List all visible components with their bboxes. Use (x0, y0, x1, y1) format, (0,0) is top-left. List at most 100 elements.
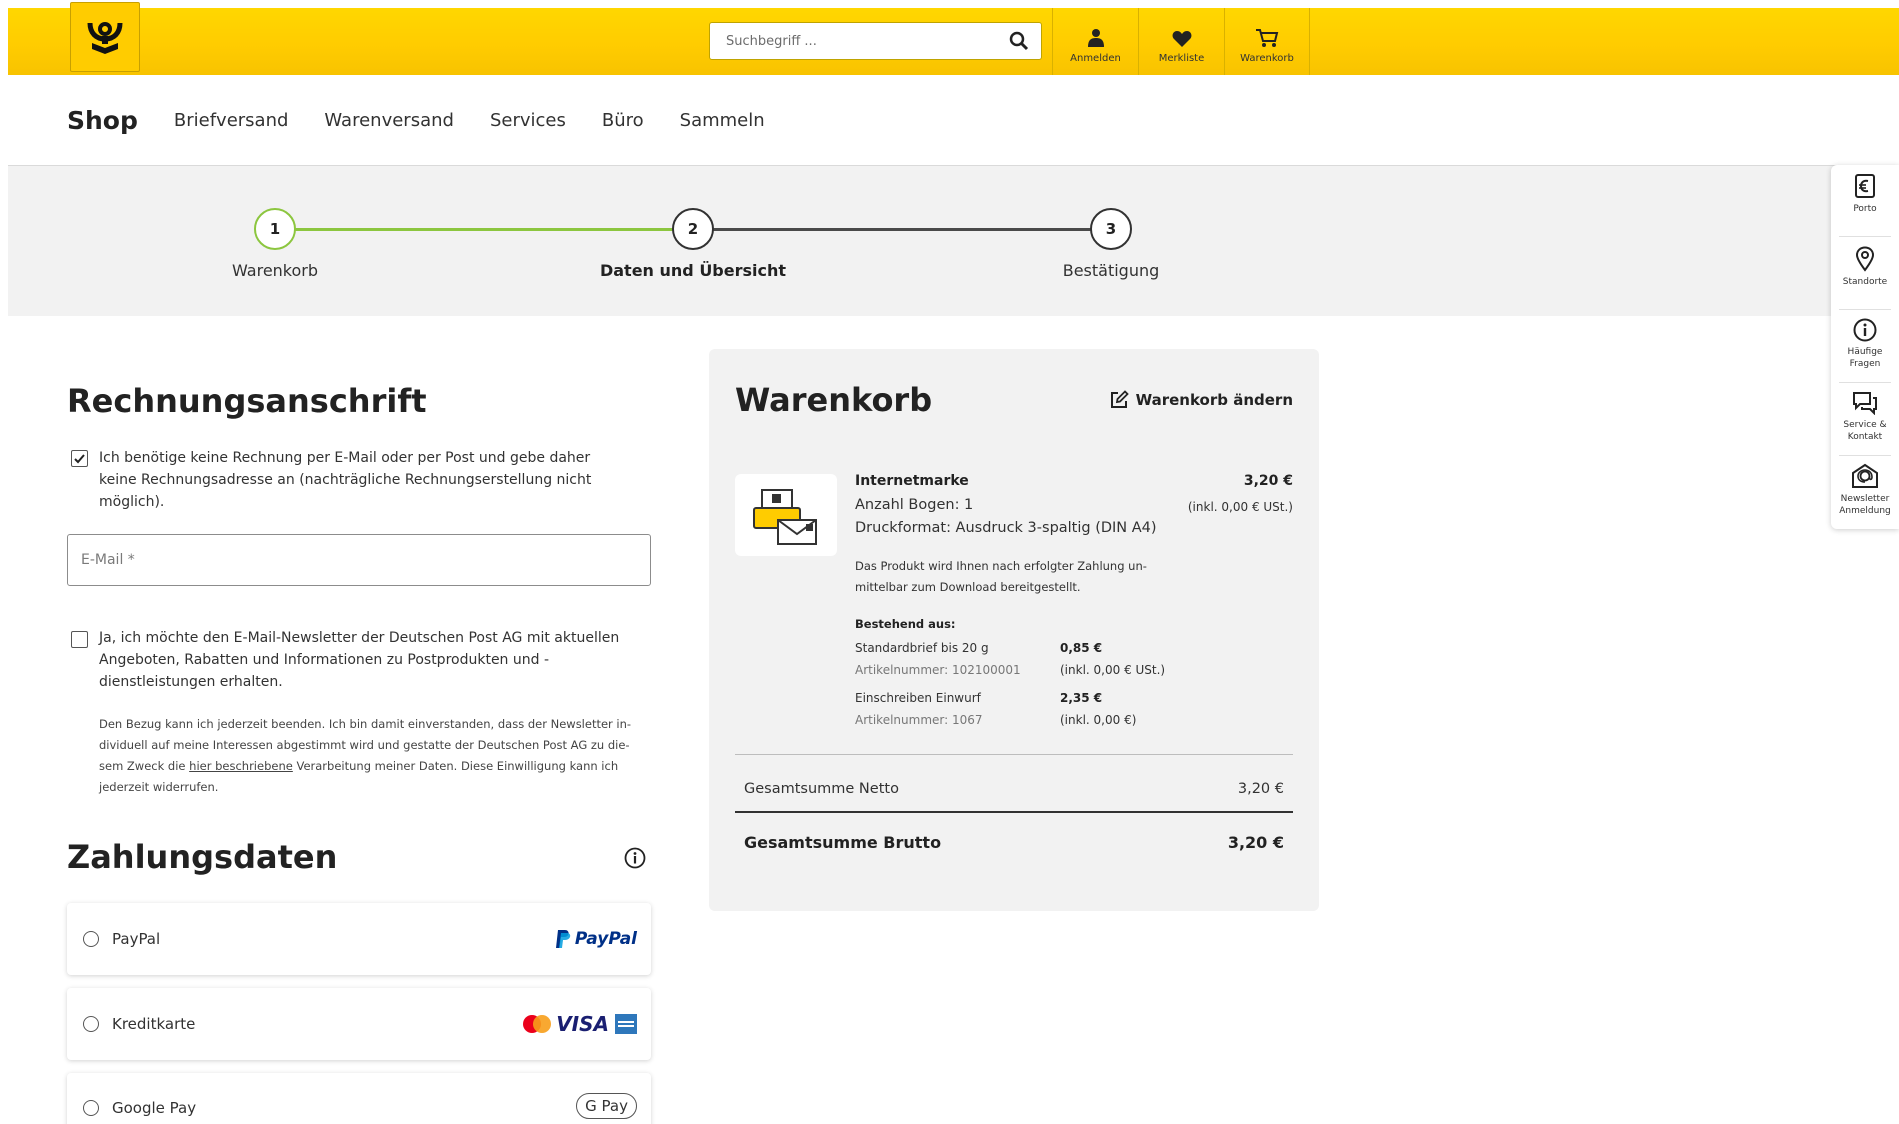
newsletter-checkbox[interactable] (71, 631, 88, 648)
sidebar-divider (1839, 382, 1891, 383)
euro-icon (1855, 174, 1875, 198)
net-total-value: 3,20 € (1237, 781, 1284, 797)
step-2-label: Daten und Übersicht (599, 261, 787, 280)
components-title: Bestehend aus: (855, 617, 956, 631)
visa-wordmark: VISA (556, 1012, 609, 1036)
newsletter-consent: Den Bezug kann ich jederzeit beenden. Ic… (99, 714, 631, 798)
payment-option-creditcard[interactable]: Kreditkarte VISA (67, 988, 651, 1060)
newsletter-line: dienstleistungen erhalten. (99, 674, 283, 690)
component-2-vat: (inkl. 0,00 €) (1060, 713, 1137, 727)
info-icon[interactable] (624, 847, 646, 869)
cart-icon (1256, 29, 1279, 47)
product-thumbnail (735, 474, 837, 556)
no-invoice-checkbox[interactable] (71, 450, 88, 467)
component-2-price: 2,35 € (1060, 691, 1103, 705)
privacy-link[interactable]: hier beschriebene (189, 759, 293, 773)
stepper-progress-todo (708, 228, 1104, 231)
consent-text: sem Zweck die (99, 759, 190, 773)
step-3-circle: 3 (1090, 208, 1132, 250)
mastercard-icon (523, 1015, 552, 1033)
deutsche-post-logo[interactable] (70, 2, 140, 72)
sidebar-item-porto[interactable]: Porto (1831, 173, 1899, 215)
total-divider (735, 811, 1293, 813)
item-name: Internetmarke (855, 473, 969, 489)
newsletter-line: Ja, ich möchte den E-Mail-Newsletter der… (99, 630, 620, 646)
sidebar-item-label: Porto (1853, 204, 1877, 214)
cart-button[interactable]: Warenkorb (1224, 8, 1310, 75)
component-2-name: Einschreiben Einwurf (855, 691, 981, 705)
net-total-label: Gesamtsumme Netto (744, 781, 899, 797)
sidebar-divider (1839, 455, 1891, 456)
posthorn-icon (87, 22, 123, 54)
step-1-label: Warenkorb (231, 261, 319, 280)
item-sheets: Anzahl Bogen: 1 (855, 497, 974, 513)
shop-title[interactable]: Shop (67, 106, 138, 135)
heart-icon (1172, 31, 1191, 47)
nav-item-services[interactable]: Services (490, 110, 566, 131)
sidebar-item-faq[interactable]: Häufige Fragen (1831, 318, 1899, 370)
email-field[interactable] (67, 534, 651, 586)
location-pin-icon (1855, 246, 1875, 272)
component-1-name: Standardbrief bis 20 g (855, 641, 989, 655)
cart-summary-panel: Warenkorb Warenkorb ändern Internetmarke… (709, 349, 1319, 911)
no-invoice-text: Ich benötige keine Rechnung per E-Mail o… (99, 447, 591, 513)
main-nav: Shop Briefversand Warenversand Services … (67, 100, 801, 140)
sidebar-item-standorte[interactable]: Standorte (1831, 246, 1899, 288)
stepper-progress-done (290, 228, 686, 231)
edit-cart-link[interactable]: Warenkorb ändern (1109, 390, 1293, 410)
googlepay-logo: G Pay (576, 1093, 637, 1119)
newsletter-icon (1852, 463, 1878, 488)
newsletter-text: Ja, ich möchte den E-Mail-Newsletter der… (99, 627, 619, 693)
cart-label: Warenkorb (1240, 53, 1294, 64)
login-button[interactable]: Anmelden (1052, 8, 1138, 75)
sidebar-divider (1839, 309, 1891, 310)
consent-line: jederzeit widerrufen. (99, 780, 219, 794)
item-note: Das Produkt wird Ihnen nach erfolgter Za… (855, 556, 1147, 598)
creditcard-label: Kreditkarte (112, 1015, 196, 1033)
component-1-price: 0,85 € (1060, 641, 1103, 655)
creditcard-radio[interactable] (83, 1016, 99, 1032)
step-3-label: Bestätigung (1062, 261, 1160, 280)
paypal-radio[interactable] (83, 931, 99, 947)
payment-option-googlepay[interactable]: Google Pay G Pay (67, 1073, 651, 1124)
search-icon[interactable] (1009, 31, 1029, 51)
no-invoice-line: möglich). (99, 494, 165, 510)
consent-text: Verarbeitung meiner Daten. Diese Einwill… (292, 759, 619, 773)
item-note-line: Das Produkt wird Ihnen nach erfolgter Za… (855, 559, 1147, 573)
chat-icon (1853, 392, 1877, 415)
component-2-article: Artikelnummer: 1067 (855, 713, 983, 727)
nav-item-warenversand[interactable]: Warenversand (324, 110, 454, 131)
no-invoice-line: Ich benötige keine Rechnung per E-Mail o… (99, 450, 591, 466)
item-format: Druckformat: Ausdruck 3-spaltig (DIN A4) (855, 520, 1157, 536)
cart-title: Warenkorb (735, 381, 933, 419)
step-2-circle: 2 (672, 208, 714, 250)
googlepay-label: Google Pay (112, 1099, 197, 1117)
newsletter-line: Angeboten, Rabatten und Informationen zu… (99, 652, 550, 668)
info-icon (1853, 318, 1877, 342)
paypal-wordmark: PayPal (574, 929, 637, 949)
nav-item-briefversand[interactable]: Briefversand (174, 110, 289, 131)
payment-option-paypal[interactable]: PayPal PayPal (67, 903, 651, 975)
nav-item-sammeln[interactable]: Sammeln (680, 110, 765, 131)
no-invoice-line: keine Rechnungsadresse an (nachträgliche… (99, 472, 592, 488)
paypal-icon (555, 930, 571, 948)
sidebar-divider (1839, 236, 1891, 237)
edit-icon (1110, 390, 1129, 408)
wishlist-label: Merkliste (1158, 53, 1205, 64)
consent-line: Den Bezug kann ich jederzeit beenden. Ic… (99, 717, 632, 731)
wishlist-button[interactable]: Merkliste (1138, 8, 1224, 75)
sidebar-item-newsletter[interactable]: Newsletter Anmeldung (1831, 463, 1899, 517)
person-icon (1087, 29, 1104, 47)
gross-total-value: 3,20 € (1227, 833, 1284, 852)
item-vat: (inkl. 0,00 € USt.) (1187, 500, 1293, 514)
sidebar-item-label: Standorte (1842, 277, 1888, 287)
sidebar-item-service[interactable]: Service & Kontakt (1831, 391, 1899, 443)
component-1-article: Artikelnummer: 102100001 (855, 663, 1021, 677)
nav-item-buero[interactable]: Büro (602, 110, 644, 131)
item-note-line: mittelbar zum Download bereitgestellt. (855, 580, 1081, 594)
edit-cart-label: Warenkorb ändern (1135, 391, 1293, 409)
sidebar-item-label: Service & Kontakt (1843, 420, 1887, 442)
search-input[interactable] (726, 33, 1009, 49)
googlepay-radio[interactable] (83, 1100, 99, 1116)
step-2-number: 2 (687, 220, 699, 238)
